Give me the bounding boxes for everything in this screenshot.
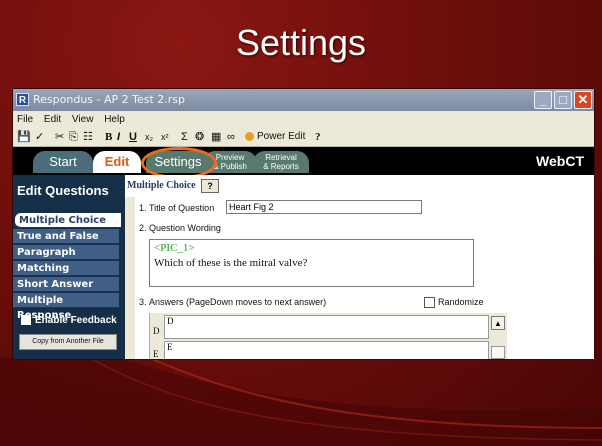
workflow-tabs: Start Edit Settings Preview & Publish Re… (13, 147, 594, 175)
underline-icon[interactable]: U (129, 129, 137, 145)
answers-list: D D E E ▲ (149, 313, 507, 359)
answer-input-d[interactable]: D (164, 315, 489, 339)
scroll-thumb[interactable] (491, 346, 505, 359)
bold-icon[interactable]: B (105, 129, 112, 145)
question-editor: Multiple Choice ? 1. Title of Question H… (125, 175, 594, 359)
question-help-button[interactable]: ? (201, 179, 219, 193)
maximize-button[interactable]: □ (554, 91, 572, 109)
question-title-input[interactable]: Heart Fig 2 (226, 200, 422, 214)
window-titlebar: R Respondus - AP 2 Test 2.rsp _ □ ✕ (13, 89, 594, 111)
menu-view[interactable]: View (72, 114, 94, 125)
respondus-window: R Respondus - AP 2 Test 2.rsp _ □ ✕ File… (12, 88, 595, 360)
sidebar-header: Edit Questions (17, 183, 109, 198)
enable-feedback-label: Enable Feedback (35, 315, 117, 326)
sidebar-item-paragraph[interactable]: Paragraph (13, 245, 119, 260)
step3-number: 3. (139, 297, 147, 307)
link-icon[interactable]: ∞ (227, 129, 235, 145)
spellcheck-icon[interactable]: ✓ (35, 129, 44, 145)
table-icon[interactable]: ▦ (211, 129, 221, 145)
step2-number: 2. (139, 223, 147, 233)
title-label: Title of Question (149, 203, 215, 213)
answer-input-e[interactable]: E (164, 341, 489, 359)
respondus-app-icon: R (16, 93, 29, 106)
question-wording-input[interactable]: <PIC_1> Which of these is the mitral val… (149, 239, 474, 287)
menu-edit[interactable]: Edit (44, 114, 61, 125)
sidebar-item-multiple-choice[interactable]: Multiple Choice (15, 213, 121, 228)
step1-number: 1. (139, 203, 147, 213)
question-picture-tag: <PIC_1> (154, 242, 195, 254)
menu-file[interactable]: File (17, 114, 33, 125)
symbol-sigma-icon[interactable]: Σ (181, 129, 188, 145)
question-type-heading: Multiple Choice (127, 180, 196, 191)
answer-key-e: E (153, 349, 159, 359)
answer-key-d: D (153, 326, 160, 336)
randomize-checkbox[interactable] (424, 297, 435, 308)
close-button[interactable]: ✕ (574, 91, 592, 109)
power-edit-button[interactable]: Power Edit (257, 129, 305, 145)
sidebar-item-true-false[interactable]: True and False (13, 229, 119, 244)
italic-icon[interactable]: I (117, 129, 120, 145)
save-icon[interactable]: 💾 (17, 129, 31, 145)
decorative-swoosh (0, 358, 602, 446)
question-text: Which of these is the mitral valve? (154, 257, 308, 269)
media-icon[interactable]: ❂ (195, 129, 204, 145)
platform-label: WebCT (536, 153, 584, 169)
menu-help[interactable]: Help (104, 114, 125, 125)
copy-icon[interactable]: ⎘ (69, 129, 78, 145)
tab-retrieval-line2: & Reports (263, 162, 299, 171)
answers-scrollbar[interactable]: ▲ (491, 316, 505, 359)
scroll-up-icon[interactable]: ▲ (491, 316, 505, 330)
help-button[interactable]: ? (315, 129, 321, 145)
sidebar-item-multiple-response[interactable]: Multiple Response (13, 293, 119, 321)
randomize-label: Randomize (438, 297, 484, 307)
wording-label: Question Wording (149, 223, 221, 233)
cut-icon[interactable]: ✂ (55, 129, 64, 145)
question-type-sidebar: Edit Questions Multiple Choice True and … (13, 175, 125, 359)
editor-gutter (125, 197, 135, 359)
sidebar-item-matching[interactable]: Matching (13, 261, 119, 276)
minimize-button[interactable]: _ (534, 91, 552, 109)
paste-icon[interactable]: ☷ (83, 129, 93, 145)
power-edit-icon[interactable] (245, 129, 254, 145)
window-controls: _ □ ✕ (532, 91, 592, 109)
menu-bar: File Edit View Help (13, 111, 594, 128)
superscript-icon[interactable]: x² (161, 129, 169, 145)
sidebar-item-short-answer[interactable]: Short Answer (13, 277, 119, 292)
slide-background: Settings R Respondus - AP 2 Test 2.rsp _… (0, 0, 602, 446)
tab-retrieval-reports[interactable]: Retrieval & Reports (253, 151, 309, 173)
subscript-icon[interactable]: x₂ (145, 129, 153, 145)
enable-feedback-checkbox[interactable] (21, 315, 31, 326)
slide-title: Settings (235, 22, 367, 63)
tab-edit[interactable]: Edit (93, 151, 141, 173)
copy-from-file-button[interactable]: Copy from Another File (19, 334, 117, 350)
answers-label: Answers (PageDown moves to next answer) (149, 297, 327, 307)
tab-start[interactable]: Start (33, 151, 93, 173)
enable-feedback-row[interactable]: Enable Feedback (21, 315, 117, 326)
toolbar: 💾 ✓ ✂ ⎘ ☷ B I U x₂ x² Σ ❂ ▦ ∞ Power Edit… (13, 128, 594, 147)
window-title: Respondus - AP 2 Test 2.rsp (33, 93, 186, 106)
tab-retrieval-line1: Retrieval (265, 153, 297, 162)
